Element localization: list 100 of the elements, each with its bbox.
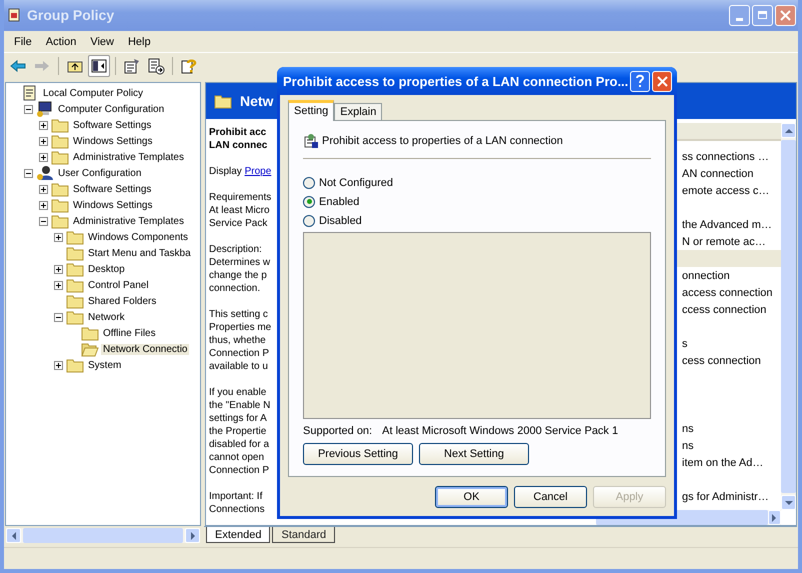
tree-item[interactable]: Desktop <box>86 264 127 275</box>
expand-toggle-icon[interactable] <box>39 120 48 130</box>
folder-icon <box>66 261 84 278</box>
dialog-tab[interactable]: Setting <box>288 100 334 121</box>
tree-item[interactable]: Windows Settings <box>71 200 154 211</box>
pane-title: Netw <box>240 93 274 110</box>
menu-item[interactable]: Action <box>40 36 84 48</box>
tree-item[interactable]: Administrative Templates <box>71 152 186 163</box>
nav-button[interactable]: Previous Setting <box>303 443 413 465</box>
dialog-tab[interactable]: Explain <box>334 103 382 120</box>
tree-item[interactable]: System <box>86 360 124 371</box>
menu-item[interactable]: View <box>84 36 122 48</box>
folder-icon <box>51 197 69 214</box>
close-icon <box>780 10 791 21</box>
user-icon <box>36 165 54 182</box>
nav-button[interactable]: Next Setting <box>419 443 529 465</box>
expand-toggle-icon[interactable] <box>54 264 63 274</box>
tree-item[interactable]: Offline Files <box>101 328 158 339</box>
menu-item[interactable]: File <box>8 36 40 48</box>
properties-link[interactable]: Prope <box>244 166 272 178</box>
tree-item[interactable]: Software Settings <box>71 120 154 131</box>
description-text: Determines w <box>209 256 270 270</box>
vertical-scrollbar[interactable] <box>781 123 796 510</box>
expand-toggle-icon[interactable] <box>24 104 33 114</box>
tree-item[interactable]: Administrative Templates <box>71 216 186 227</box>
option-label: Disabled <box>319 214 362 226</box>
view-tab[interactable]: Extended <box>206 527 270 544</box>
tree-item[interactable]: User Configuration <box>56 168 144 179</box>
tree-item[interactable]: Windows Settings <box>71 136 154 147</box>
tree-item[interactable]: Local Computer Policy <box>41 88 146 99</box>
folder-icon <box>66 245 84 262</box>
description-text: Connection P <box>209 464 270 478</box>
expand-toggle-icon[interactable] <box>39 184 48 194</box>
description-text: Important: If <box>209 490 262 504</box>
tree-item[interactable]: Network <box>86 312 127 323</box>
tree-item[interactable]: Network Connectio <box>101 344 190 355</box>
tree-item[interactable]: Shared Folders <box>86 296 158 307</box>
option-label: Enabled <box>319 196 360 208</box>
folder-icon <box>81 325 99 342</box>
close-button[interactable] <box>652 70 672 92</box>
menu-item[interactable]: Help <box>122 36 159 48</box>
tree-item[interactable]: Control Panel <box>86 280 151 291</box>
description-text: Requirements <box>209 191 272 204</box>
expand-toggle-icon[interactable] <box>54 360 63 370</box>
setting-name: cess connection <box>682 354 761 367</box>
setting-name: onnection <box>682 270 730 282</box>
tree-item[interactable]: Start Menu and Taskba <box>86 248 193 259</box>
expand-toggle-icon[interactable] <box>39 136 48 146</box>
radio-button[interactable] <box>303 176 315 188</box>
tree-item[interactable]: Windows Components <box>86 232 190 243</box>
tree-toggle-icon[interactable] <box>88 54 110 77</box>
setting-name: N or remote ac… <box>682 236 766 248</box>
description-text: Connections <box>209 503 265 516</box>
folder-icon <box>51 133 69 150</box>
close-button[interactable] <box>775 4 796 26</box>
dialog-button[interactable]: OK <box>435 486 508 508</box>
setting-name: s <box>682 338 688 350</box>
policy-name: Prohibit access to properties of a LAN connection <box>322 135 563 147</box>
radio-button[interactable] <box>303 214 315 226</box>
tree-item[interactable]: Software Settings <box>71 184 154 195</box>
folder-icon <box>66 229 84 246</box>
description-text: Description: <box>209 243 262 256</box>
tree-item[interactable]: Computer Configuration <box>56 104 166 115</box>
folder-icon <box>51 149 69 166</box>
description-text: This setting c <box>209 308 268 322</box>
expand-toggle-icon[interactable] <box>39 216 48 226</box>
description-text: Service Pack <box>209 217 268 230</box>
setting-title: LAN connec <box>209 139 268 152</box>
setting-name: the Advanced m… <box>682 218 772 231</box>
folder-icon <box>51 117 69 134</box>
expand-toggle-icon[interactable] <box>54 232 63 242</box>
description-text: disabled for a <box>209 438 270 452</box>
expand-toggle-icon[interactable] <box>54 312 63 322</box>
view-tab[interactable]: Standard <box>272 527 336 544</box>
window-title: Group Policy <box>27 7 116 24</box>
setting-name: AN connection <box>682 168 754 180</box>
expand-toggle-icon[interactable] <box>39 152 48 162</box>
dialog-title: Prohibit access to properties of a LAN connection Pro... <box>282 74 628 88</box>
description-text: Display <box>209 166 242 178</box>
supported-label: Supported on: <box>303 425 372 437</box>
help-button[interactable] <box>630 70 650 92</box>
horizontal-scrollbar[interactable] <box>6 528 200 544</box>
folder-icon <box>66 309 84 326</box>
folder-icon <box>81 341 99 358</box>
policy-icon <box>303 133 319 149</box>
description-text: Connection P <box>209 347 270 360</box>
folder-icon <box>214 93 232 110</box>
folder-icon <box>51 213 69 230</box>
setting-name: ss connections … <box>682 150 769 163</box>
help-icon <box>635 74 646 88</box>
expand-toggle-icon[interactable] <box>39 200 48 210</box>
expand-toggle-icon[interactable] <box>54 280 63 290</box>
description-text: If you enable <box>209 386 266 400</box>
description-text: Properties me <box>209 321 272 334</box>
radio-button[interactable] <box>303 196 315 208</box>
setting-name: emote access c… <box>682 184 770 197</box>
expand-toggle-icon[interactable] <box>24 168 33 178</box>
dialog-button[interactable]: Cancel <box>514 486 587 508</box>
description-text: cannot open <box>209 451 264 464</box>
description-text: settings for A <box>209 412 267 426</box>
